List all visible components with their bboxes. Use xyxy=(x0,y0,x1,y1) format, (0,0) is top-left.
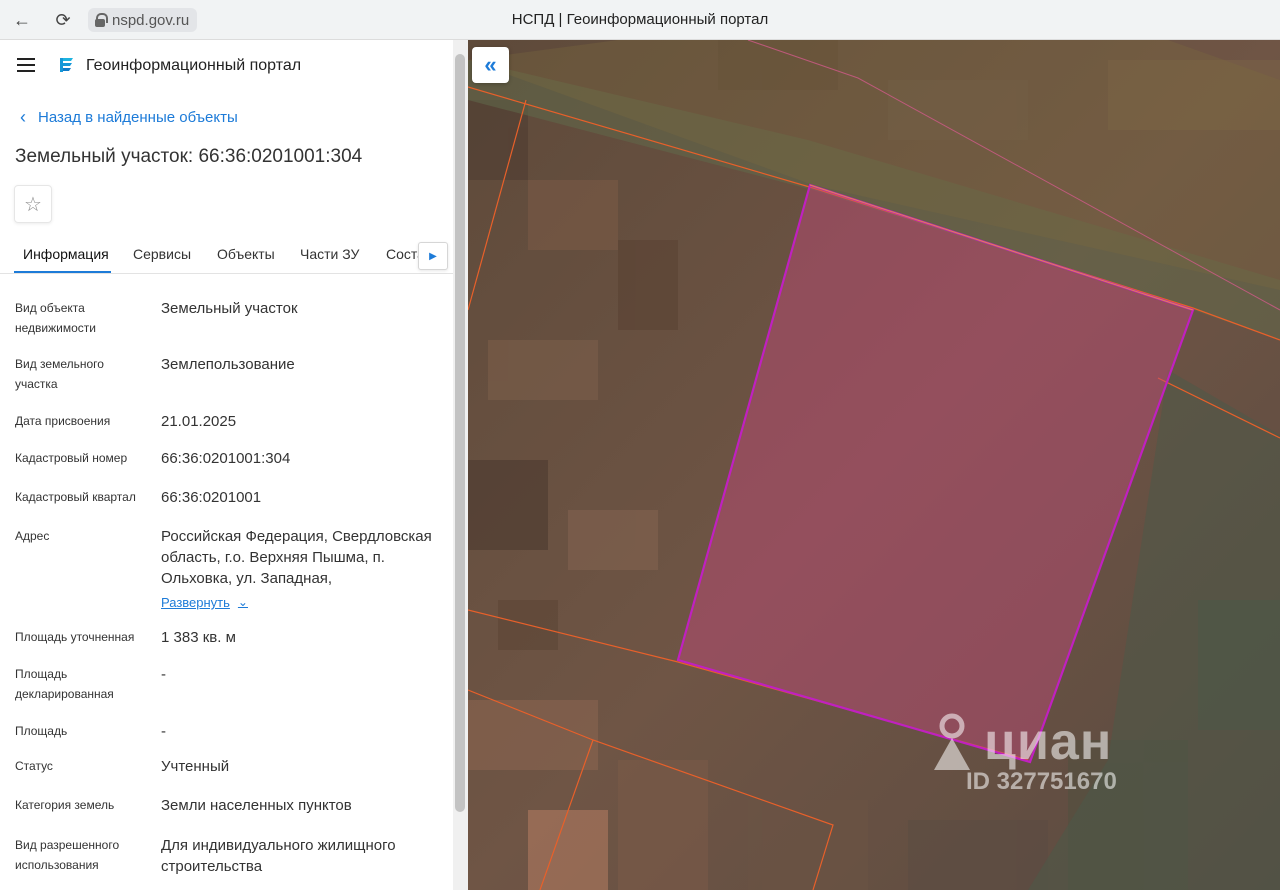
expand-address-link[interactable]: Развернуть ⌄ xyxy=(161,592,248,613)
panel-scrollbar[interactable] xyxy=(453,40,468,890)
address-bar[interactable]: nspd.gov.ru xyxy=(88,8,198,32)
detail-label: Кадастровый квартал xyxy=(15,490,136,504)
back-link-label: Назад в найденные объекты xyxy=(38,108,238,126)
back-to-results-link[interactable]: ‹ Назад в найденные объекты xyxy=(20,108,238,126)
address-value: Российская Федерация, Свердловская облас… xyxy=(161,528,432,587)
detail-value: - xyxy=(161,666,166,683)
satellite-map xyxy=(468,40,1280,890)
detail-value: 21.01.2025 xyxy=(161,413,237,430)
tabs-scroll-right-button[interactable]: ▶ xyxy=(418,242,448,270)
scrollbar-thumb[interactable] xyxy=(455,54,465,812)
portal-title: Геоинформационный портал xyxy=(86,57,302,74)
tab-objects[interactable]: Объекты xyxy=(217,246,275,262)
double-chevron-left-icon: « xyxy=(484,52,497,77)
detail-value: Земельный участок xyxy=(161,300,298,317)
menu-icon[interactable] xyxy=(17,58,35,72)
back-arrow-icon[interactable]: ← xyxy=(10,8,34,32)
url-text: nspd.gov.ru xyxy=(112,11,190,29)
active-tab-indicator xyxy=(14,271,111,273)
tab-bar: Информация Сервисы Объекты Части ЗУ Сост… xyxy=(0,238,453,274)
portal-logo-icon xyxy=(60,58,73,72)
cian-watermark: циан ID 327751670 xyxy=(930,712,1117,796)
tab-parts[interactable]: Части ЗУ xyxy=(300,246,359,262)
detail-value: Землепользование xyxy=(161,356,295,373)
page-title: Земельный участок: 66:36:0201001:304 xyxy=(15,146,363,167)
detail-label: Вид земельного участка xyxy=(15,357,104,391)
detail-value: - xyxy=(161,723,166,740)
map-pin-icon xyxy=(934,713,970,770)
detail-label: Дата присвоения xyxy=(15,414,111,428)
star-icon: ☆ xyxy=(24,193,42,216)
chevron-left-icon: ‹ xyxy=(20,107,26,127)
expand-label: Развернуть xyxy=(161,595,230,610)
watermark-id: ID 327751670 xyxy=(966,768,1117,795)
detail-value: Для индивидуального жилищного строительс… xyxy=(161,837,396,875)
tab-services[interactable]: Сервисы xyxy=(133,246,191,262)
chevron-down-icon: ⌄ xyxy=(237,595,248,609)
detail-label: Адрес xyxy=(15,529,50,543)
detail-value: 1 383 кв. м xyxy=(161,629,236,646)
watermark-brand: циан xyxy=(984,713,1113,771)
detail-value: 66:36:0201001 xyxy=(161,489,262,506)
detail-label: Статус xyxy=(15,759,53,773)
detail-label: Кадастровый номер xyxy=(15,451,128,465)
detail-value: 66:36:0201001:304 xyxy=(161,450,291,467)
favorite-button[interactable]: ☆ xyxy=(14,185,52,223)
tab-info[interactable]: Информация xyxy=(23,246,109,262)
detail-label: Вид объекта недвижимости xyxy=(15,301,96,335)
map-view[interactable] xyxy=(468,40,1280,890)
detail-label: Площадь xyxy=(15,724,68,738)
status-value: Учтенный xyxy=(161,758,230,775)
info-panel: Геоинформационный портал ‹ Назад в найде… xyxy=(0,40,453,890)
browser-toolbar: ← ⟳ nspd.gov.ru НСПД | Геоинформационный… xyxy=(0,0,1280,40)
lock-icon xyxy=(94,13,108,27)
detail-label: Вид разрешенного использования xyxy=(15,838,120,872)
expand-wrapper: Развернуть ⌄ xyxy=(161,592,446,613)
detail-label: Площадь уточненная xyxy=(15,630,135,644)
reload-icon[interactable]: ⟳ xyxy=(51,8,75,32)
caret-right-icon: ▶ xyxy=(429,250,437,262)
detail-value: Земли населенных пунктов xyxy=(161,797,352,814)
collapse-panel-button[interactable]: « xyxy=(472,47,509,83)
detail-label: Категория земель xyxy=(15,798,115,812)
detail-label: Площадь декларированная xyxy=(15,667,114,701)
